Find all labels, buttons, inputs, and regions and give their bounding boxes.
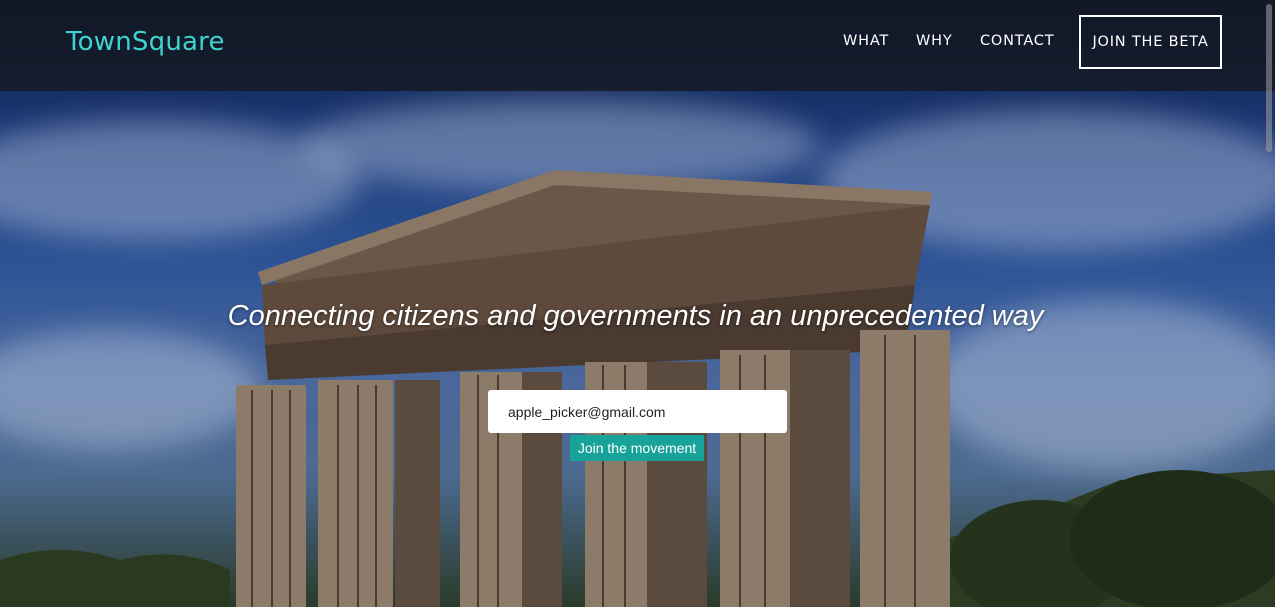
join-beta-button[interactable]: JOIN THE BETA — [1079, 15, 1222, 69]
join-movement-button[interactable]: Join the movement — [570, 435, 704, 461]
brand-logo[interactable]: TownSquare — [66, 27, 225, 57]
nav-link-what[interactable]: WHAT — [843, 33, 889, 49]
nav-link-contact[interactable]: CONTACT — [980, 33, 1054, 49]
hero-tagline: Connecting citizens and governments in a… — [227, 300, 1044, 332]
nav-link-why[interactable]: WHY — [916, 33, 953, 49]
email-input[interactable] — [488, 390, 787, 433]
navbar: TownSquare WHAT WHY CONTACT JOIN THE BET… — [0, 0, 1275, 91]
page-scrollbar[interactable] — [1266, 4, 1272, 152]
